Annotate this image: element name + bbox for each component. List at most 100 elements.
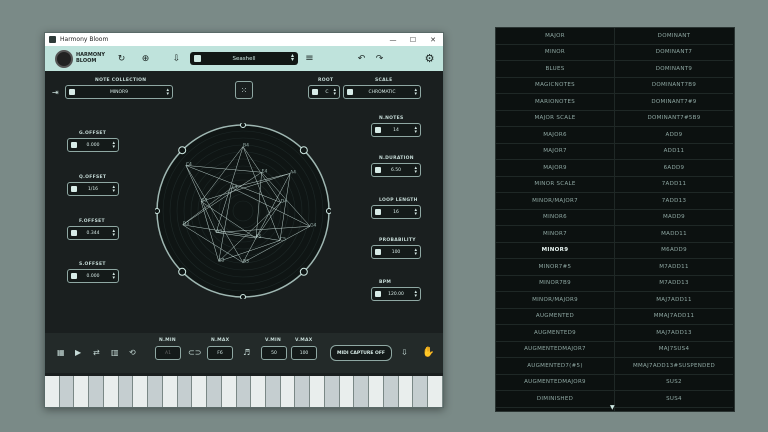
- dice-icon[interactable]: [375, 209, 381, 215]
- chord-list-item[interactable]: MINOR7B9: [496, 276, 614, 292]
- chord-list-item[interactable]: MADD9: [615, 210, 733, 226]
- chord-list-item[interactable]: SUS2: [615, 375, 733, 391]
- export-icon[interactable]: ⇩: [401, 348, 408, 357]
- dice-icon[interactable]: [375, 249, 381, 255]
- chord-list-item[interactable]: MAJ7SUS4: [615, 342, 733, 358]
- chord-list-item[interactable]: MAJOR: [496, 28, 614, 45]
- right-param-field[interactable]: 6.50 ▴ ▾: [371, 163, 421, 177]
- grid-icon[interactable]: ▦: [57, 348, 65, 357]
- right-param-field[interactable]: 120.00 ▴ ▾: [371, 287, 421, 301]
- dice-icon[interactable]: [71, 230, 77, 236]
- piano-key[interactable]: [266, 376, 281, 407]
- left-param-field[interactable]: 0.344 ▴ ▾: [67, 226, 119, 240]
- chord-list-item[interactable]: DOMINANT: [615, 28, 733, 45]
- root-select[interactable]: C ▴ ▾: [308, 85, 340, 99]
- center-randomize-button[interactable]: ⁙: [235, 81, 253, 99]
- piano-key[interactable]: [413, 376, 429, 407]
- piano-key[interactable]: [103, 376, 119, 407]
- chord-list-item[interactable]: MINOR/MAJOR9: [496, 292, 614, 309]
- chord-list-item[interactable]: DOMINANT7: [615, 45, 733, 61]
- chord-list-item[interactable]: M7ADD13: [615, 276, 733, 292]
- piano-icon[interactable]: ▥: [111, 348, 119, 357]
- chord-list-item[interactable]: BLUES: [496, 61, 614, 78]
- piano-key[interactable]: [221, 376, 237, 407]
- chord-list-item[interactable]: MARIONOTES: [496, 94, 614, 111]
- dice-icon[interactable]: [375, 167, 381, 173]
- chord-list-item[interactable]: MMAJ7ADD13#SUSPENDED: [615, 358, 733, 375]
- circle-handle[interactable]: [178, 267, 187, 276]
- randomize-icon[interactable]: ⊕: [139, 52, 152, 65]
- circle-handle[interactable]: [178, 146, 187, 155]
- piano-keyboard[interactable]: [45, 376, 443, 407]
- redo-icon[interactable]: ↷: [373, 52, 386, 65]
- chord-list-item[interactable]: MAGICNOTES: [496, 78, 614, 94]
- n-min-select[interactable]: A1: [155, 346, 181, 360]
- save-icon[interactable]: ⇩: [170, 52, 183, 65]
- piano-key[interactable]: [310, 376, 325, 407]
- chord-list-item[interactable]: MINOR6: [496, 210, 614, 226]
- left-param-field[interactable]: 1/16 ▴ ▾: [67, 182, 119, 196]
- link-icon[interactable]: ⊂⊃: [188, 348, 201, 357]
- piano-key[interactable]: [59, 376, 75, 407]
- drag-hand-icon[interactable]: ✋: [422, 347, 434, 358]
- chord-list-item[interactable]: MAJ7ADD13: [615, 325, 733, 342]
- chord-list-item[interactable]: ADD9: [615, 127, 733, 144]
- right-param-field[interactable]: 14 ▴ ▾: [371, 123, 421, 137]
- chord-list-item[interactable]: MADD11: [615, 226, 733, 243]
- gear-icon[interactable]: ⚙: [423, 52, 436, 65]
- piano-key[interactable]: [295, 376, 311, 407]
- circle-handle[interactable]: [155, 208, 160, 214]
- undo-icon[interactable]: ↶: [355, 52, 368, 65]
- dice-icon[interactable]: [71, 186, 77, 192]
- circle-handle[interactable]: [299, 146, 308, 155]
- undo-history-icon[interactable]: ↻: [115, 52, 128, 65]
- piano-key[interactable]: [148, 376, 163, 407]
- piano-key[interactable]: [280, 376, 296, 407]
- chord-list-item[interactable]: MAJOR SCALE: [496, 111, 614, 127]
- chord-list-item[interactable]: MAJOR9: [496, 160, 614, 177]
- chord-list-item[interactable]: M6ADD9: [615, 243, 733, 259]
- dice-icon[interactable]: [375, 127, 381, 133]
- note-circle[interactable]: B4 E4 A4 D4 G4 C5 F5 B3 E3 A3 D3 G3 C4 F4: [155, 123, 331, 299]
- chord-list-item[interactable]: M7ADD11: [615, 259, 733, 276]
- chord-list-item[interactable]: AUGMENTED7(#5): [496, 358, 614, 375]
- dice-icon[interactable]: [312, 89, 318, 95]
- piano-key[interactable]: [324, 376, 340, 407]
- chord-list-item[interactable]: DOMINANT7#5B9: [615, 111, 733, 127]
- piano-key[interactable]: [74, 376, 90, 407]
- chord-list-item[interactable]: DOMINANT7#9: [615, 94, 733, 111]
- piano-key[interactable]: [162, 376, 178, 407]
- piano-key[interactable]: [428, 376, 443, 407]
- circle-handle[interactable]: [240, 123, 246, 128]
- note-collection-select[interactable]: MINOR9 ▴ ▾: [65, 85, 173, 99]
- dice-icon[interactable]: [69, 89, 75, 95]
- chord-list-item[interactable]: 7ADD11: [615, 177, 733, 193]
- chord-list-item[interactable]: AUGMENTED9: [496, 325, 614, 342]
- chord-list-item[interactable]: MMAJ7ADD11: [615, 309, 733, 325]
- v-min-select[interactable]: 50: [261, 346, 287, 360]
- circle-handle[interactable]: [326, 208, 332, 214]
- circle-handle[interactable]: [299, 267, 308, 276]
- right-param-field[interactable]: 16 ▴ ▾: [371, 205, 421, 219]
- play-icon[interactable]: ▶: [75, 348, 81, 357]
- chord-list-item[interactable]: MINOR7#5: [496, 259, 614, 276]
- left-param-field[interactable]: 0.000 ▴ ▾: [67, 138, 119, 152]
- chord-list-item[interactable]: MINOR/MAJOR7: [496, 193, 614, 210]
- close-button[interactable]: ✕: [423, 36, 443, 44]
- v-max-select[interactable]: 100: [291, 346, 317, 360]
- chord-list-item[interactable]: MINOR SCALE: [496, 177, 614, 193]
- loop-icon[interactable]: ⟲: [129, 348, 136, 357]
- chord-list-item[interactable]: DIMINISHED: [496, 391, 614, 408]
- chord-list-item[interactable]: ADD11: [615, 144, 733, 160]
- piano-key[interactable]: [207, 376, 222, 407]
- dice-icon[interactable]: [194, 55, 201, 62]
- piano-key[interactable]: [339, 376, 355, 407]
- piano-key[interactable]: [383, 376, 399, 407]
- maximize-button[interactable]: ☐: [403, 36, 423, 44]
- menu-icon[interactable]: ≡: [303, 52, 316, 65]
- chord-list-item[interactable]: DOMINANT7B9: [615, 78, 733, 94]
- piano-key[interactable]: [236, 376, 252, 407]
- chord-list-item[interactable]: 7ADD13: [615, 193, 733, 210]
- dice-icon[interactable]: [71, 273, 77, 279]
- chord-list-item[interactable]: AUGMENTEDMAJOR7: [496, 342, 614, 358]
